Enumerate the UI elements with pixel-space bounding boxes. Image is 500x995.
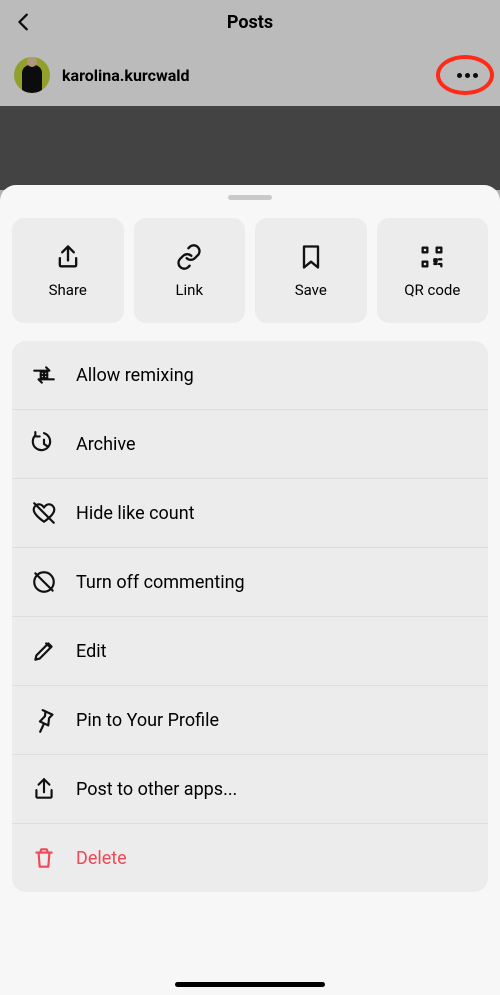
options-bottom-sheet: Share Link Save QR code Allow remixin: [0, 185, 500, 995]
menu-label: Edit: [76, 641, 106, 662]
qrcode-action[interactable]: QR code: [377, 218, 489, 323]
share-action[interactable]: Share: [12, 218, 124, 323]
trash-icon: [30, 844, 58, 872]
pin-item[interactable]: Pin to Your Profile: [12, 686, 488, 755]
pencil-icon: [30, 637, 58, 665]
menu-label: Pin to Your Profile: [76, 710, 219, 731]
menu-label: Turn off commenting: [76, 572, 245, 593]
menu-label: Archive: [76, 434, 136, 455]
remix-icon: [30, 361, 58, 389]
menu-label: Hide like count: [76, 503, 195, 524]
menu-label: Allow remixing: [76, 365, 194, 386]
qrcode-icon: [418, 243, 446, 271]
bookmark-icon: [297, 243, 325, 271]
link-label: Link: [175, 281, 203, 299]
pin-icon: [30, 706, 58, 734]
link-action[interactable]: Link: [134, 218, 246, 323]
home-indicator[interactable]: [175, 982, 325, 987]
menu-label: Post to other apps...: [76, 779, 237, 800]
edit-item[interactable]: Edit: [12, 617, 488, 686]
sheet-grabber[interactable]: [228, 195, 272, 200]
turn-off-commenting-item[interactable]: Turn off commenting: [12, 548, 488, 617]
save-action[interactable]: Save: [255, 218, 367, 323]
heart-off-icon: [30, 499, 58, 527]
allow-remixing-item[interactable]: Allow remixing: [12, 341, 488, 410]
options-menu: Allow remixing Archive Hide like count T…: [12, 341, 488, 892]
quick-actions-row: Share Link Save QR code: [12, 218, 488, 323]
link-icon: [175, 243, 203, 271]
post-to-other-apps-item[interactable]: Post to other apps...: [12, 755, 488, 824]
archive-icon: [30, 430, 58, 458]
share-label: Share: [49, 281, 87, 299]
archive-item[interactable]: Archive: [12, 410, 488, 479]
share-icon: [54, 243, 82, 271]
delete-item[interactable]: Delete: [12, 824, 488, 892]
share-out-icon: [30, 775, 58, 803]
save-label: Save: [295, 281, 327, 299]
menu-label: Delete: [76, 848, 127, 869]
comment-off-icon: [30, 568, 58, 596]
qrcode-label: QR code: [404, 281, 460, 299]
hide-like-count-item[interactable]: Hide like count: [12, 479, 488, 548]
